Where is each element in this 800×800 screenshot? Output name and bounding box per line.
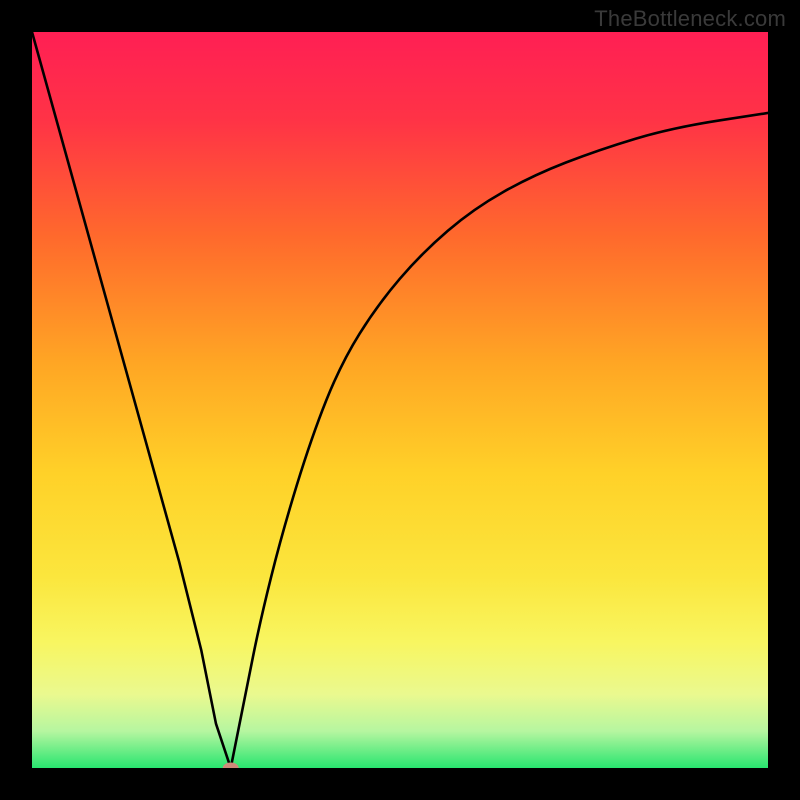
chart-frame: TheBottleneck.com [0,0,800,800]
gradient-background [32,32,768,768]
plot-area [32,32,768,768]
chart-svg [32,32,768,768]
watermark-text: TheBottleneck.com [594,6,786,32]
